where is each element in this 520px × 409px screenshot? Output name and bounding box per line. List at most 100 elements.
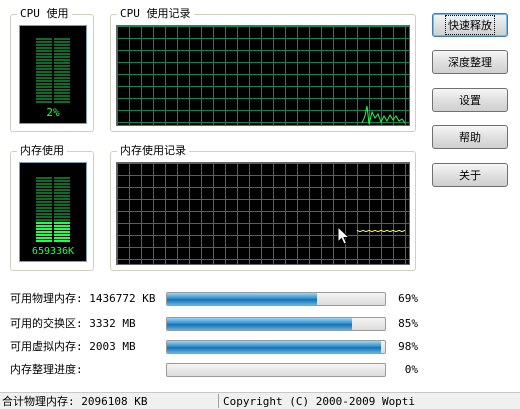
meter-segment-right (54, 189, 70, 191)
meter-segment-left (36, 186, 52, 188)
meter-segment-right (54, 59, 70, 61)
meter-segment-left (36, 240, 52, 242)
defrag-progress-bar (166, 363, 386, 377)
about-label: 关于 (459, 169, 481, 182)
meter-segment-left (36, 213, 52, 215)
meter-segment-left (36, 228, 52, 230)
available-swap-label: 可用的交换区: 3332 MB (10, 317, 136, 330)
meter-segment-right (54, 216, 70, 218)
available-physical-label: 可用物理内存: 1436772 KB (10, 292, 156, 305)
help-button[interactable]: 帮助 (432, 125, 508, 149)
meter-segment-left (36, 195, 52, 197)
meter-segment-left (36, 92, 52, 94)
status-bar: 合计物理内存: 2096108 KB Copyright (C) 2000-20… (0, 392, 520, 409)
meter-segment-left (36, 47, 52, 49)
meter-segment-right (54, 83, 70, 85)
meter-segment-right (54, 240, 70, 242)
meter-segment-right (54, 195, 70, 197)
meter-segment-left (36, 53, 52, 55)
meter-segment-right (54, 41, 70, 43)
status-separator (218, 394, 219, 408)
meter-segment-right (54, 71, 70, 73)
meter-segment-left (36, 89, 52, 91)
meter-segment-right (54, 207, 70, 209)
meter-segment-left (36, 198, 52, 200)
cpu-history-chart (117, 26, 409, 125)
meter-segment-right (54, 210, 70, 212)
help-label: 帮助 (459, 131, 481, 144)
meter-segment-right (54, 44, 70, 46)
memory-usage-title: 内存使用 (17, 144, 67, 158)
meter-segment-right (54, 74, 70, 76)
meter-segment-left (36, 225, 52, 227)
copyright-text: Copyright (C) 2000-2009 Wopti (223, 395, 416, 408)
cpu-history-graph (116, 25, 410, 126)
meter-segment-left (36, 234, 52, 236)
total-physical-memory: 合计物理内存: 2096108 KB (2, 395, 148, 408)
meter-segment-left (36, 62, 52, 64)
meter-segment-left (36, 86, 52, 88)
meter-segment-left (36, 68, 52, 70)
meter-segment-left (36, 83, 52, 85)
available-swap-percent: 85% (398, 317, 418, 330)
meter-segment-right (54, 228, 70, 230)
deep-defrag-label: 深度整理 (448, 56, 492, 69)
meter-segment-left (36, 192, 52, 194)
meter-segment-left (36, 80, 52, 82)
meter-segment-right (54, 47, 70, 49)
about-button[interactable]: 关于 (432, 163, 508, 187)
meter-segment-left (36, 41, 52, 43)
memory-meter-label: 659336K (31, 246, 75, 257)
meter-segment-right (54, 225, 70, 227)
available-virtual-percent: 98% (398, 340, 418, 353)
meter-segment-left (36, 50, 52, 52)
meter-segment-left (36, 210, 52, 212)
meter-segment-left (36, 71, 52, 73)
memory-history-chart (117, 163, 409, 264)
meter-segment-right (54, 186, 70, 188)
meter-segment-right (54, 77, 70, 79)
meter-segment-right (54, 50, 70, 52)
meter-segment-right (54, 198, 70, 200)
meter-segment-left (36, 65, 52, 67)
meter-segment-right (54, 201, 70, 203)
meter-segment-right (54, 231, 70, 233)
meter-segment-right (54, 86, 70, 88)
meter-segment-left (36, 95, 52, 97)
meter-segment-left (36, 38, 52, 40)
meter-segment-right (54, 98, 70, 100)
meter-segment-left (36, 207, 52, 209)
cpu-history-title: CPU 使用记录 (117, 7, 194, 21)
meter-segment-left (36, 59, 52, 61)
meter-segment-left (36, 98, 52, 100)
quick-release-label: 快速释放 (445, 15, 495, 35)
settings-button[interactable]: 设置 (432, 88, 508, 112)
quick-release-button[interactable]: 快速释放 (432, 13, 508, 37)
available-physical-percent: 69% (398, 292, 418, 305)
memory-history-graph (116, 162, 410, 265)
meter-segment-left (36, 219, 52, 221)
meter-segment-right (54, 62, 70, 64)
memory-meter: 659336K (19, 162, 87, 262)
meter-segment-right (54, 180, 70, 182)
defrag-progress-label: 内存整理进度: (10, 363, 83, 376)
meter-segment-right (54, 237, 70, 239)
meter-segment-left (36, 101, 52, 103)
meter-segment-left (36, 222, 52, 224)
meter-segment-left (36, 216, 52, 218)
meter-segment-left (36, 56, 52, 58)
mouse-cursor-icon (337, 226, 351, 245)
available-virtual-bar (166, 340, 386, 354)
meter-segment-right (54, 219, 70, 221)
deep-defrag-button[interactable]: 深度整理 (432, 50, 508, 74)
available-physical-bar (166, 292, 386, 306)
available-swap-bar-fill (167, 318, 353, 330)
meter-segment-left (36, 77, 52, 79)
cpu-meter-label: 2% (46, 106, 60, 119)
meter-segment-right (54, 53, 70, 55)
meter-segment-right (54, 213, 70, 215)
settings-label: 设置 (459, 94, 481, 107)
meter-segment-left (36, 177, 52, 179)
available-virtual-label: 可用虚拟内存: 2003 MB (10, 340, 136, 353)
meter-segment-right (54, 68, 70, 70)
